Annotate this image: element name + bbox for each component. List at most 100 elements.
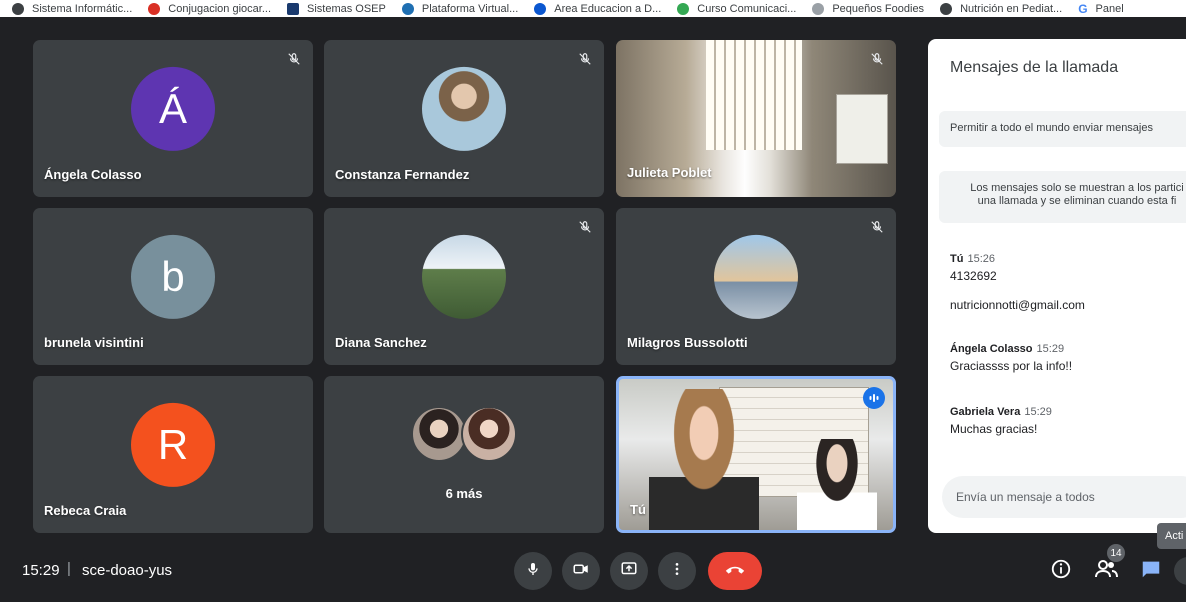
speaking-indicator-icon	[863, 387, 885, 409]
bookmark-3[interactable]: Plataforma Virtual...	[401, 2, 519, 15]
chat-info-line: Los mensajes solo se muestran a los part…	[970, 182, 1184, 194]
avatar: b	[131, 234, 215, 319]
bookmark-label: Panel	[1095, 2, 1124, 15]
globe-icon	[940, 2, 953, 15]
bookmark-label: Sistema Informátic...	[32, 2, 133, 15]
present-screen-button[interactable]	[610, 552, 648, 590]
mic-off-icon	[285, 50, 303, 68]
swirl-icon	[148, 2, 161, 15]
avatar-photo	[422, 66, 506, 151]
camera-icon	[572, 560, 590, 583]
video-board-area	[836, 94, 888, 164]
message-text: 4132692	[950, 269, 997, 283]
participant-name: Tú	[630, 502, 646, 517]
video-person	[649, 389, 759, 530]
participant-tile[interactable]: Á Ángela Colasso	[33, 40, 313, 197]
participant-tile[interactable]: Constanza Fernandez	[324, 40, 604, 197]
bookmark-label: Plataforma Virtual...	[421, 2, 519, 15]
bookmark-label: Area Educacion a D...	[554, 2, 662, 15]
a-logo-icon	[534, 2, 547, 15]
participant-tile[interactable]: R Rebeca Craia	[33, 376, 313, 533]
message-time: 15:26	[967, 253, 995, 265]
avatar-photo	[714, 234, 798, 319]
bookmarks-bar: Sistema Informátic... Conjugacion giocar…	[0, 0, 1186, 17]
meeting-code: sce-doao-yus	[82, 562, 173, 579]
bookmark-label: Nutrición en Pediat...	[960, 2, 1063, 15]
end-call-button[interactable]	[708, 552, 762, 590]
chat-message: Ángela Colasso 15:29 Graciassss por la in…	[950, 343, 1072, 373]
message-time: 15:29	[1036, 343, 1065, 355]
more-participants-tile[interactable]: 6 más	[324, 376, 604, 533]
message-sender: Tú	[950, 253, 964, 265]
participant-video-tile[interactable]: Julieta Poblet	[616, 40, 896, 197]
chat-message: Gabriela Vera 15:29 Muchas gracias!	[950, 406, 1052, 436]
participant-tile[interactable]: Diana Sanchez	[324, 208, 604, 365]
hang-up-icon	[724, 562, 746, 580]
video-window-area	[706, 40, 802, 150]
leaf-icon	[677, 2, 690, 15]
participant-count-badge: 14	[1107, 544, 1125, 562]
participant-name: Diana Sanchez	[335, 335, 427, 350]
spiral-icon	[812, 2, 825, 15]
avatar-photo	[422, 234, 506, 319]
google-g-icon: G	[1078, 1, 1088, 16]
bottom-bar: 15:29 | sce-doao-yus 14 Acti	[0, 523, 1186, 602]
activities-tooltip: Acti	[1157, 523, 1186, 549]
participant-name: Ángela Colasso	[44, 167, 142, 182]
bookmark-5[interactable]: Curso Comunicaci...	[677, 2, 797, 15]
avatar: Á	[131, 66, 215, 151]
bookmark-label: Conjugacion giocar...	[168, 2, 271, 15]
chat-icon	[1140, 558, 1162, 585]
chat-message-input[interactable]	[942, 476, 1186, 518]
globe-icon	[12, 2, 24, 15]
info-icon	[1050, 558, 1072, 585]
bookmark-label: Sistemas OSEP	[307, 2, 386, 15]
chat-title: Mensajes de la llamada	[950, 59, 1119, 76]
chat-message: Tú 15:26 4132692	[950, 253, 997, 283]
bookmark-4[interactable]: Area Educacion a D...	[534, 2, 662, 15]
avatar-photo	[461, 406, 517, 462]
participant-tile[interactable]: b brunela visintini	[33, 208, 313, 365]
avatar: R	[131, 402, 215, 487]
present-screen-icon	[620, 560, 638, 583]
participant-name: Constanza Fernandez	[335, 167, 470, 182]
video-person	[797, 439, 877, 530]
mic-off-icon	[576, 50, 594, 68]
meeting-time: 15:29	[22, 562, 60, 579]
more-options-button[interactable]	[658, 552, 696, 590]
chat-info-note: Los mensajes solo se muestran a los part…	[939, 171, 1186, 223]
separator: |	[67, 560, 71, 577]
message-text: Graciassss por la info!!	[950, 359, 1073, 373]
self-video-tile[interactable]: Tú	[616, 376, 896, 533]
activities-button[interactable]	[1174, 557, 1186, 585]
participant-name: brunela visintini	[44, 335, 144, 350]
chat-button[interactable]	[1138, 558, 1164, 584]
message-time: 15:29	[1024, 406, 1052, 418]
meeting-info-button[interactable]	[1048, 558, 1074, 584]
message-text: nutricionnotti@gmail.com	[950, 298, 1085, 312]
chat-panel: Mensajes de la llamada Permitir a todo e…	[928, 39, 1186, 533]
mic-off-icon	[576, 218, 594, 236]
allow-messages-toggle[interactable]: Permitir a todo el mundo enviar mensajes	[939, 111, 1186, 147]
microphone-button[interactable]	[514, 552, 552, 590]
bookmark-label: Curso Comunicaci...	[697, 2, 797, 15]
osep-icon	[287, 2, 299, 15]
bookmark-7[interactable]: Nutrición en Pediat...	[940, 2, 1063, 15]
mic-off-icon	[868, 218, 886, 236]
bookmark-8[interactable]: G Panel	[1078, 2, 1123, 16]
chat-info-line: una llamada y se eliminan cuando esta fi	[977, 195, 1177, 207]
message-sender: Gabriela Vera	[950, 406, 1021, 418]
bookmark-1[interactable]: Conjugacion giocar...	[148, 2, 271, 15]
bookmark-6[interactable]: Pequeños Foodies	[812, 2, 924, 15]
drop-icon	[401, 2, 414, 15]
message-sender: Ángela Colasso	[950, 343, 1033, 355]
participant-tile[interactable]: Milagros Bussolotti	[616, 208, 896, 365]
participant-name: Milagros Bussolotti	[627, 335, 748, 350]
bookmark-0[interactable]: Sistema Informátic...	[12, 2, 133, 15]
camera-button[interactable]	[562, 552, 600, 590]
microphone-icon	[525, 561, 541, 582]
avatar-photo	[411, 406, 467, 462]
bookmark-2[interactable]: Sistemas OSEP	[287, 2, 386, 15]
more-avatars	[411, 406, 517, 462]
more-vert-icon	[669, 561, 685, 582]
